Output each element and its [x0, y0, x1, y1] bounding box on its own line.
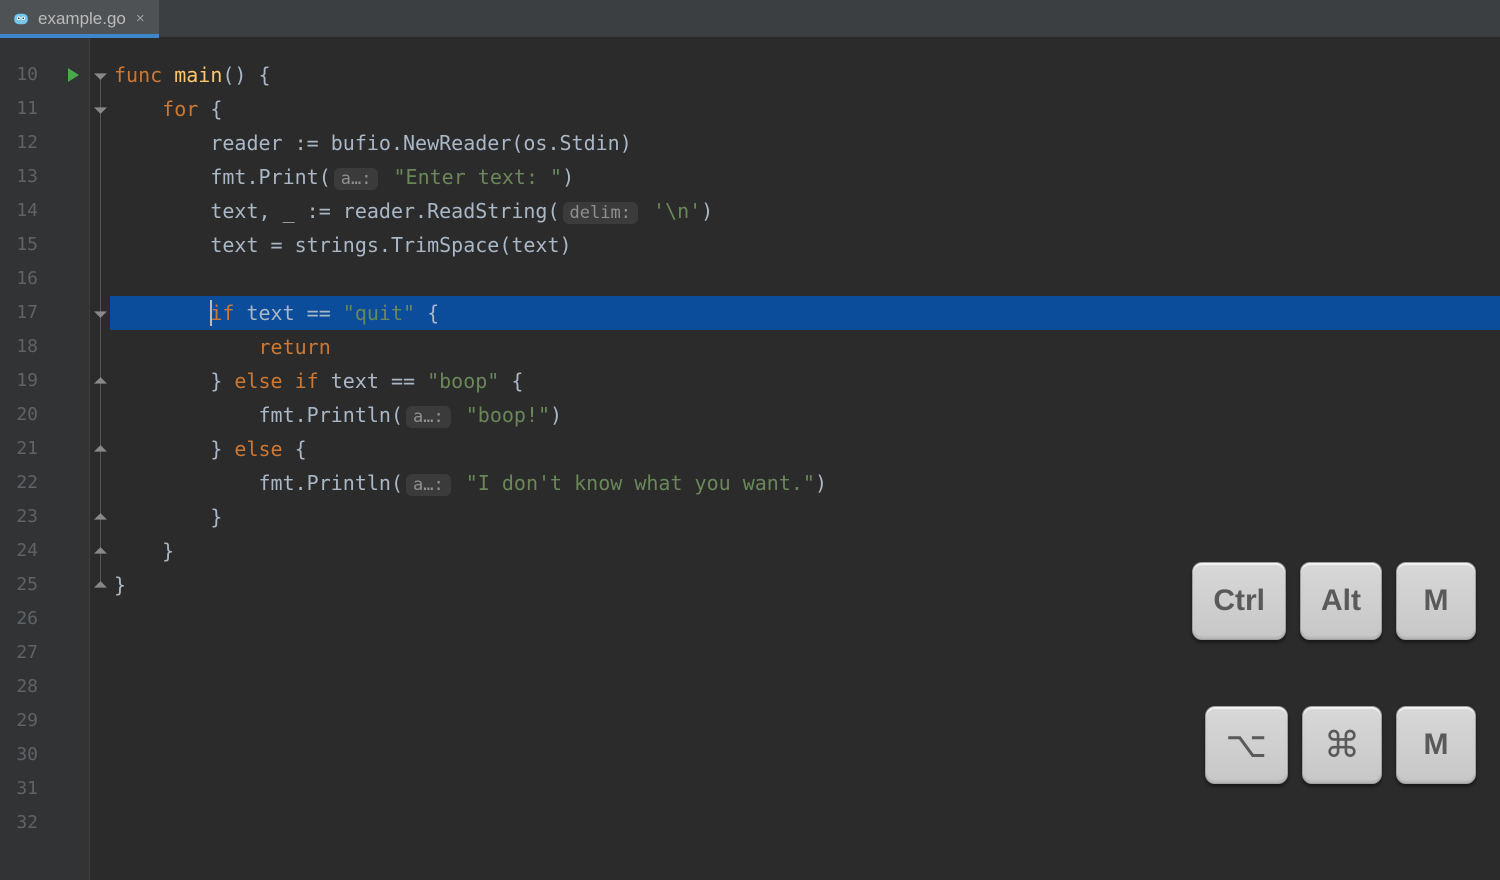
line-number: 15 [0, 228, 46, 262]
fold-close-icon[interactable] [94, 375, 107, 388]
gutter-line-numbers: 10 11 12 13 14 15 16 17 18 19 20 21 22 2… [0, 38, 46, 880]
go-gopher-icon [12, 10, 30, 28]
line-number: 12 [0, 126, 46, 160]
param-hint: delim: [563, 202, 638, 224]
code-line: func main() { [110, 58, 1500, 92]
code-line: text, _ := reader.ReadString(delim: '\n'… [110, 194, 1500, 228]
fold-close-icon[interactable] [94, 511, 107, 524]
line-number: 24 [0, 534, 46, 568]
line-number: 23 [0, 500, 46, 534]
fold-close-icon[interactable] [94, 579, 107, 592]
line-number: 22 [0, 466, 46, 500]
fold-open-icon[interactable] [94, 69, 107, 82]
line-number: 18 [0, 330, 46, 364]
code-line [110, 636, 1500, 670]
key-m: M [1396, 706, 1476, 784]
line-number: 11 [0, 92, 46, 126]
key-m: M [1396, 562, 1476, 640]
code-line: fmt.Print(a…: "Enter text: ") [110, 160, 1500, 194]
code-line: for { [110, 92, 1500, 126]
key-command: ⌘ [1302, 706, 1382, 784]
shortcut-keys-mac: ⌥ ⌘ M [1205, 706, 1476, 784]
line-number: 21 [0, 432, 46, 466]
gutter-fold [90, 38, 110, 880]
key-alt: Alt [1300, 562, 1382, 640]
key-ctrl: Ctrl [1192, 562, 1286, 640]
line-number: 19 [0, 364, 46, 398]
line-number: 20 [0, 398, 46, 432]
line-number: 16 [0, 262, 46, 296]
param-hint: a…: [406, 406, 451, 428]
code-line [110, 262, 1500, 296]
fold-close-icon[interactable] [94, 443, 107, 456]
shortcut-keys-windows: Ctrl Alt M [1192, 562, 1476, 640]
code-line: } [110, 500, 1500, 534]
code-line: } else if text == "boop" { [110, 364, 1500, 398]
tab-filename: example.go [38, 9, 126, 29]
line-number: 10 [0, 58, 46, 92]
key-option: ⌥ [1205, 706, 1288, 784]
fold-open-icon[interactable] [94, 307, 107, 320]
code-line: reader := bufio.NewReader(os.Stdin) [110, 126, 1500, 160]
gutter-icons [46, 38, 90, 880]
code-line: } else { [110, 432, 1500, 466]
param-hint: a…: [406, 474, 451, 496]
param-hint: a…: [334, 168, 379, 190]
line-number: 13 [0, 160, 46, 194]
code-line: fmt.Println(a…: "I don't know what you w… [110, 466, 1500, 500]
tabbar: example.go × [0, 0, 1500, 38]
line-number: 30 [0, 738, 46, 772]
line-number: 31 [0, 772, 46, 806]
line-number: 14 [0, 194, 46, 228]
line-number: 26 [0, 602, 46, 636]
code-line [110, 806, 1500, 840]
line-number: 17 [0, 296, 46, 330]
code-line [110, 670, 1500, 704]
line-number: 28 [0, 670, 46, 704]
fold-close-icon[interactable] [94, 545, 107, 558]
line-number: 27 [0, 636, 46, 670]
fold-open-icon[interactable] [94, 103, 107, 116]
code-line: text = strings.TrimSpace(text) [110, 228, 1500, 262]
code-line: fmt.Println(a…: "boop!") [110, 398, 1500, 432]
code-line: return [110, 330, 1500, 364]
run-icon[interactable] [68, 68, 79, 82]
tab-example-go[interactable]: example.go × [0, 0, 159, 37]
line-number: 25 [0, 568, 46, 602]
code-line-highlighted: if text == "quit" { [110, 296, 1500, 330]
line-number: 32 [0, 806, 46, 840]
close-icon[interactable]: × [136, 10, 145, 27]
code-editor[interactable]: 10 11 12 13 14 15 16 17 18 19 20 21 22 2… [0, 38, 1500, 880]
line-number: 29 [0, 704, 46, 738]
